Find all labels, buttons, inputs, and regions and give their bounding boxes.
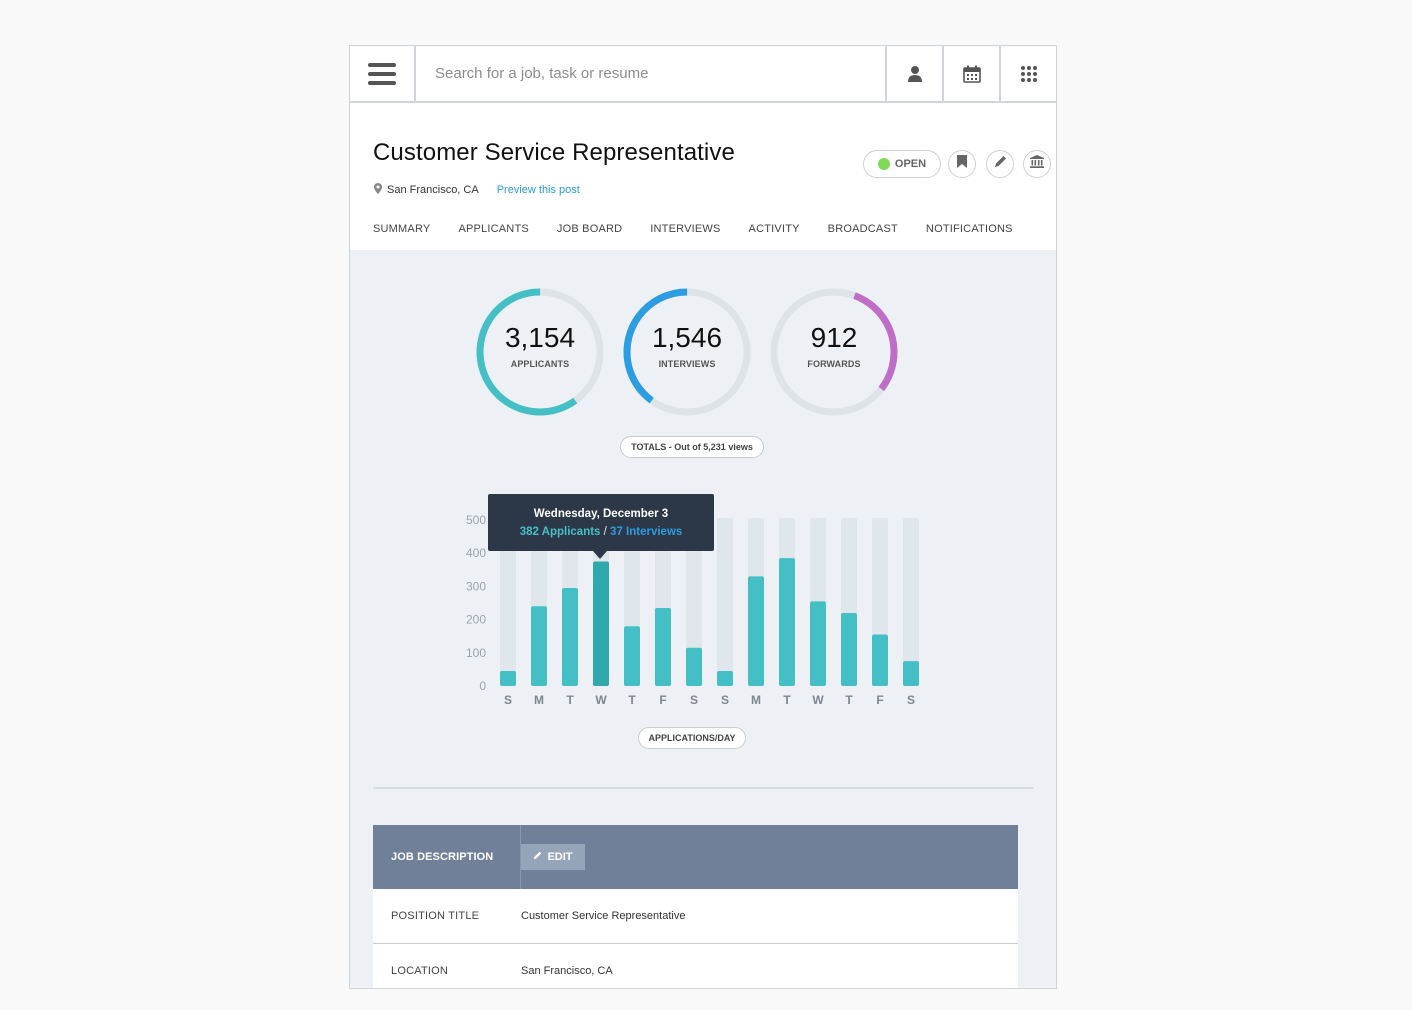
tab-applicants[interactable]: APPLICANTS <box>458 223 528 235</box>
x-tick-label: T <box>845 693 853 707</box>
tooltip-interviews: 37 Interviews <box>610 526 683 538</box>
section-divider <box>373 787 1034 789</box>
bar[interactable] <box>872 634 888 686</box>
job-description-table: JOB DESCRIPTION EDIT POSITION TITLE Cust… <box>373 825 1018 988</box>
search-bar[interactable] <box>416 46 885 101</box>
interviews-count: 1,546 <box>651 322 723 353</box>
page-title: Customer Service Representative <box>373 139 735 166</box>
row-key: POSITION TITLE <box>391 910 480 922</box>
bar[interactable] <box>593 561 609 686</box>
x-tick-label: S <box>504 693 512 707</box>
forwards-label: FORWARDS <box>807 359 861 369</box>
x-tick-label: S <box>721 693 729 707</box>
x-tick-label: T <box>628 693 636 707</box>
y-tick-label: 200 <box>466 613 486 627</box>
x-tick-label: F <box>876 693 883 707</box>
apps-grid-icon[interactable] <box>999 46 1056 101</box>
bookmark-button[interactable] <box>948 150 976 178</box>
pencil-icon <box>533 851 542 863</box>
search-input[interactable] <box>435 65 885 82</box>
bookmark-icon <box>957 155 967 173</box>
bar[interactable] <box>500 671 516 686</box>
edit-description-button[interactable]: EDIT <box>521 844 585 870</box>
table-row: LOCATION San Francisco, CA <box>373 944 1018 988</box>
edit-job-button[interactable] <box>986 150 1014 178</box>
status-dot-icon <box>877 158 890 170</box>
y-tick-label: 100 <box>466 646 486 660</box>
preview-post-link[interactable]: Preview this post <box>497 184 580 196</box>
edit-label: EDIT <box>547 851 573 863</box>
tooltip-applicants: 382 Applicants <box>519 526 601 538</box>
x-tick-label: M <box>751 693 761 707</box>
bar[interactable] <box>903 661 919 686</box>
interviews-label: INTERVIEWS <box>658 359 716 369</box>
x-tick-label: S <box>907 693 915 707</box>
status-label: OPEN <box>894 158 927 170</box>
row-value: Customer Service Representative <box>521 910 686 922</box>
bar-track <box>903 518 919 686</box>
job-header: Customer Service Representative San Fran… <box>350 103 1056 250</box>
bar[interactable] <box>562 588 578 686</box>
bar[interactable] <box>655 607 671 686</box>
bar[interactable] <box>717 671 733 686</box>
y-tick-label: 0 <box>479 679 486 693</box>
job-description-title: JOB DESCRIPTION <box>373 825 521 889</box>
forwards-donut: 912 FORWARDS <box>768 286 900 418</box>
row-key: LOCATION <box>391 965 449 977</box>
bar[interactable] <box>841 612 857 686</box>
calendar-icon[interactable] <box>942 46 999 101</box>
pencil-icon <box>994 155 1007 173</box>
hamburger-menu-icon[interactable] <box>350 46 416 101</box>
institution-icon <box>1030 155 1044 173</box>
app-frame: Customer Service Representative San Fran… <box>349 45 1057 989</box>
x-tick-label: M <box>534 693 544 707</box>
top-bar <box>350 46 1056 103</box>
tooltip-separator: / <box>600 526 611 538</box>
x-tick-label: W <box>595 693 607 707</box>
archive-button[interactable] <box>1023 150 1051 178</box>
bar[interactable] <box>686 647 702 686</box>
bar-track <box>717 518 733 686</box>
applicants-count: 3,154 <box>504 322 576 353</box>
tab-job-board[interactable]: JOB BOARD <box>557 223 622 235</box>
x-tick-label: T <box>783 693 791 707</box>
tab-notifications[interactable]: NOTIFICATIONS <box>926 223 1013 235</box>
x-tick-label: T <box>566 693 574 707</box>
status-badge[interactable]: OPEN <box>863 150 941 178</box>
y-tick-label: 500 <box>466 513 486 527</box>
job-description-header: JOB DESCRIPTION EDIT <box>373 825 1018 889</box>
applicants-label: APPLICANTS <box>510 359 570 369</box>
stats-area: 3,154 APPLICANTS 1,546 INTERVIEWS 912 FO… <box>350 250 1056 988</box>
tab-activity[interactable]: ACTIVITY <box>749 223 800 235</box>
tab-summary[interactable]: SUMMARY <box>373 223 430 235</box>
applicants-donut: 3,154 APPLICANTS <box>474 286 606 418</box>
x-tick-label: W <box>812 693 824 707</box>
row-value: San Francisco, CA <box>521 965 613 977</box>
forwards-count: 912 <box>810 322 858 353</box>
job-tabs: SUMMARY APPLICANTS JOB BOARD INTERVIEWS … <box>373 223 1041 235</box>
interviews-donut: 1,546 INTERVIEWS <box>621 286 753 418</box>
tooltip-date: Wednesday, December 3 <box>533 508 669 520</box>
bar[interactable] <box>779 558 795 686</box>
bar[interactable] <box>624 626 640 686</box>
y-tick-label: 400 <box>466 546 486 560</box>
y-tick-label: 300 <box>466 579 486 593</box>
x-tick-label: F <box>659 693 666 707</box>
location-pin-icon <box>374 183 382 197</box>
location-row: San Francisco, CA Preview this post <box>374 183 580 197</box>
tab-broadcast[interactable]: BROADCAST <box>828 223 898 235</box>
bar[interactable] <box>531 606 547 686</box>
location-text: San Francisco, CA <box>387 184 479 196</box>
table-row: POSITION TITLE Customer Service Represen… <box>373 889 1018 944</box>
tab-interviews[interactable]: INTERVIEWS <box>650 223 720 235</box>
bar[interactable] <box>748 576 764 686</box>
user-icon[interactable] <box>885 46 942 101</box>
bar[interactable] <box>810 601 826 686</box>
chart-tooltip: Wednesday, December 3 382 Applicants / 3… <box>488 494 714 559</box>
chart-label-pill: APPLICATIONS/DAY <box>638 727 746 749</box>
x-tick-label: S <box>690 693 698 707</box>
totals-pill: TOTALS - Out of 5,231 views <box>620 436 764 458</box>
